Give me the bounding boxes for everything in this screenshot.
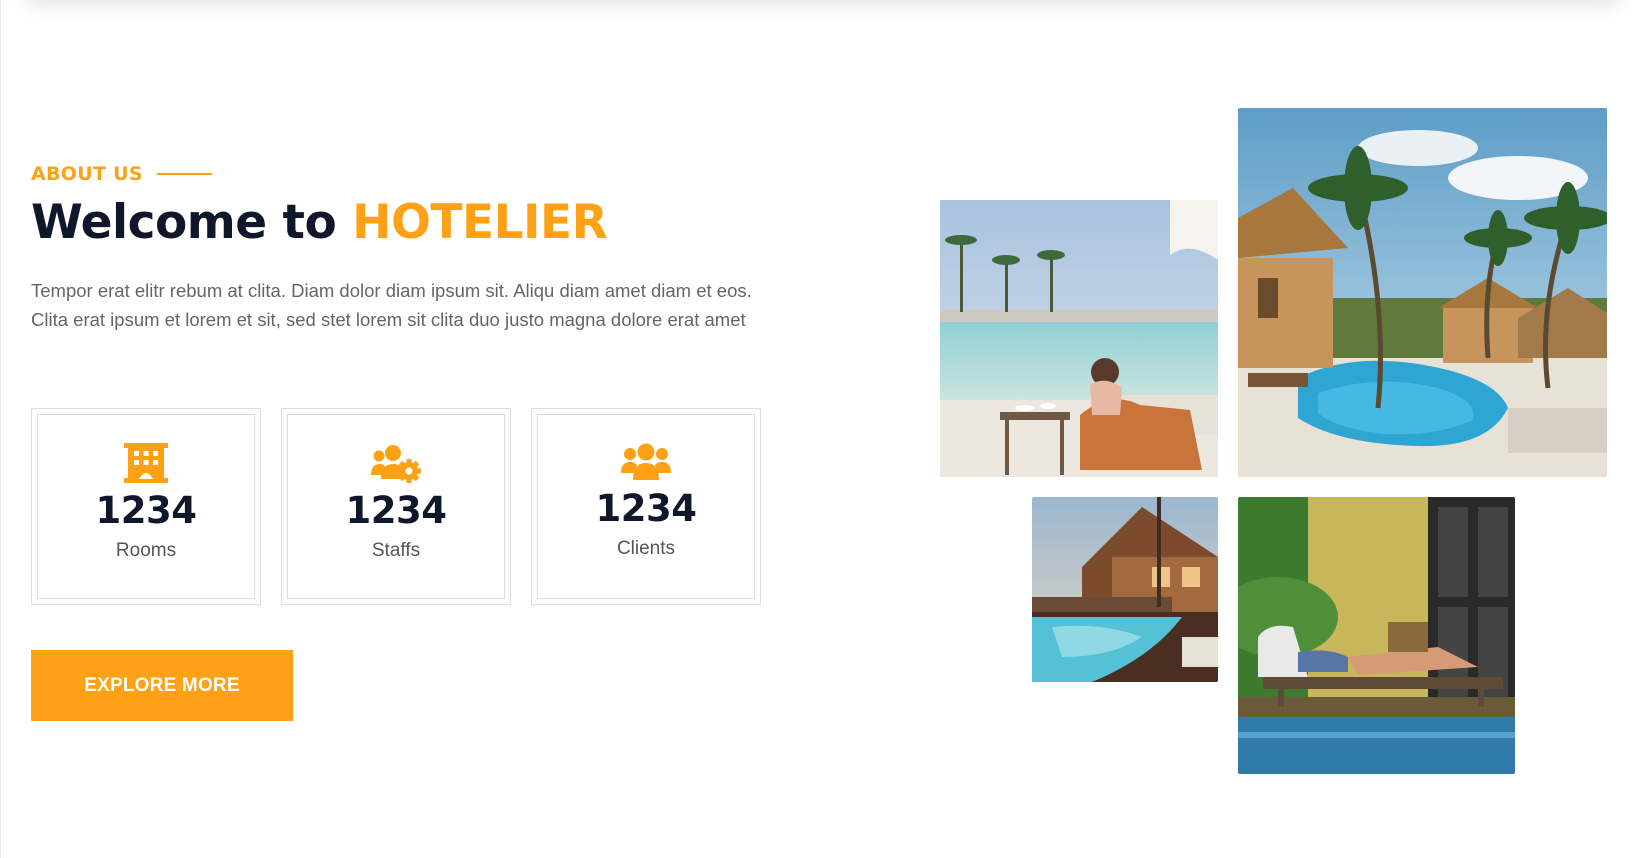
stat-number: 1234 [95,489,197,532]
stat-card-staffs: 1234 Staffs [281,408,511,605]
stat-number: 1234 [345,489,447,532]
stats-row: 1234 Rooms 1234 Staffs 1234 Clients [31,408,761,605]
users-cog-icon [371,443,421,483]
sunbather-photo [1238,497,1515,774]
about-description: Tempor erat elitr rebum at clita. Diam d… [31,280,752,330]
pool-deck-photo [1032,497,1218,682]
section-label-line [156,173,212,175]
page-edge-divider [0,0,1,858]
hotel-icon [124,443,168,483]
title-brand: HOTELIER [352,195,608,250]
about-section: ABOUT US Welcome to HOTELIER Tempor erat… [0,0,1646,858]
stat-label: Staffs [371,540,421,561]
section-label: ABOUT US [31,163,212,185]
stat-label: Rooms [115,540,177,561]
section-label-text: ABOUT US [31,163,143,185]
pool-lounge-photo [940,200,1218,477]
stat-label: Clients [616,538,676,559]
page-title: Welcome to HOTELIER [31,195,608,250]
stat-card-inner: 1234 Staffs [287,414,505,599]
users-icon [621,443,671,481]
stat-card-inner: 1234 Rooms [37,414,255,599]
stat-card-inner: 1234 Clients [537,414,755,599]
stat-card-rooms: 1234 Rooms [31,408,261,605]
explore-more-button[interactable]: EXPLORE MORE [31,650,293,721]
tropical-pool-photo [1238,108,1607,477]
stat-card-clients: 1234 Clients [531,408,761,605]
stat-number: 1234 [595,487,697,530]
title-prefix: Welcome to [31,195,353,250]
